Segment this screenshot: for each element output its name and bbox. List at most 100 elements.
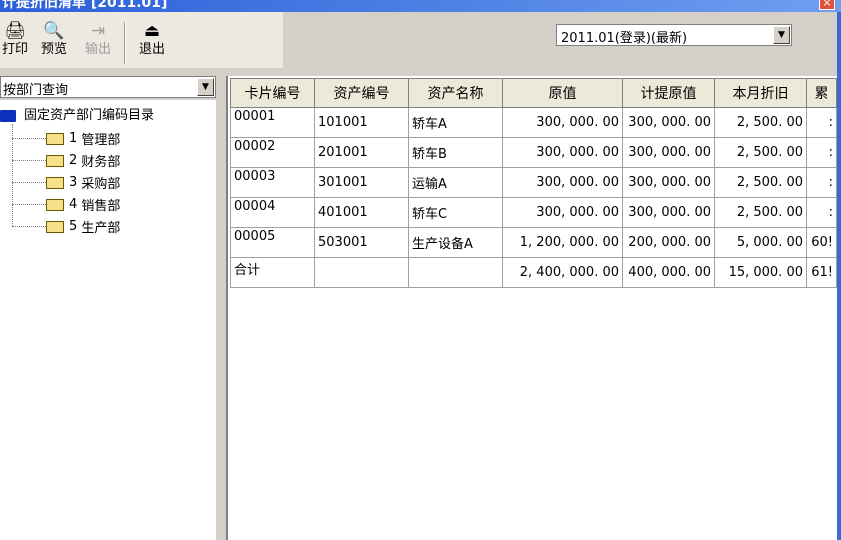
cell-asset-name: 运输A	[408, 167, 503, 198]
cell-original-value: 300, 000. 00	[502, 167, 623, 198]
tree-item-label: 财务部	[81, 155, 121, 170]
cell-asset-name: 轿车C	[408, 197, 503, 228]
preview-icon: 🔍	[43, 21, 65, 41]
column-header-card-no[interactable]: 卡片编号	[230, 78, 315, 108]
cell-total-label: 合计	[230, 257, 315, 288]
tree-item-finance[interactable]: 2 财务部	[12, 151, 120, 171]
tree-item-label: 管理部	[81, 133, 121, 148]
cell-original-value: 300, 000. 00	[502, 137, 623, 168]
tree-item-label: 采购部	[81, 177, 121, 192]
column-header-depreciable-value[interactable]: 计提原值	[622, 78, 715, 108]
cell-accumulated: :	[806, 137, 837, 168]
query-mode-select[interactable]: 按部门查询 ▼	[0, 76, 216, 98]
cell-asset-no: 201001	[314, 137, 409, 168]
toolbar: 🖨 打印 🔍 预览 ⇥ 输出 ⏏ 退出	[0, 12, 283, 68]
cell-monthly-depreciation: 2, 500. 00	[714, 107, 807, 138]
table-total-row[interactable]: 合计 2, 400, 000. 00 400, 000. 00 15, 000.…	[230, 257, 837, 288]
cell-monthly-depreciation: 15, 000. 00	[714, 257, 807, 288]
period-select[interactable]: 2011.01(登录)(最新) ▼	[556, 24, 792, 46]
column-header-asset-name[interactable]: 资产名称	[408, 78, 503, 108]
tree-item-label: 销售部	[81, 199, 121, 214]
cell-depreciable-value: 300, 000. 00	[622, 167, 715, 198]
chevron-down-icon[interactable]: ▼	[197, 78, 214, 96]
cell-accumulated: 61!	[806, 257, 837, 288]
cell-original-value: 300, 000. 00	[502, 197, 623, 228]
tree-item-code: 3	[69, 175, 78, 190]
preview-button-label: 预览	[40, 42, 67, 57]
cell-accumulated: :	[806, 107, 837, 138]
cell-asset-no: 503001	[314, 227, 409, 258]
exit-button-label: 退出	[138, 42, 165, 57]
cell-card-no: 00005	[230, 227, 315, 258]
tree-item-code: 2	[69, 153, 78, 168]
export-button-label: 输出	[84, 42, 111, 57]
table-row[interactable]: 00005 503001 生产设备A 1, 200, 000. 00 200, …	[230, 227, 837, 258]
cell-asset-no: 301001	[314, 167, 409, 198]
cell-accumulated: :	[806, 167, 837, 198]
export-button[interactable]: ⇥ 输出	[80, 20, 116, 66]
close-icon[interactable]: ×	[819, 0, 835, 10]
cell-depreciable-value: 300, 000. 00	[622, 197, 715, 228]
folder-icon	[0, 109, 16, 122]
preview-button[interactable]: 🔍 预览	[36, 20, 72, 66]
exit-button[interactable]: ⏏ 退出	[134, 20, 170, 66]
column-header-accumulated[interactable]: 累	[806, 78, 837, 108]
depreciation-grid: 卡片编号 资产编号 资产名称 原值 计提原值 本月折旧 累 00001 1010…	[226, 76, 837, 540]
tree-item-production[interactable]: 5 生产部	[12, 217, 120, 237]
chevron-down-icon[interactable]: ▼	[773, 26, 790, 44]
cell-original-value: 1, 200, 000. 00	[502, 227, 623, 258]
tree-item-purchasing[interactable]: 3 采购部	[12, 173, 120, 193]
table-row[interactable]: 00002 201001 轿车B 300, 000. 00 300, 000. …	[230, 137, 837, 168]
cell-depreciable-value: 300, 000. 00	[622, 137, 715, 168]
cell-card-no: 00002	[230, 137, 315, 168]
column-header-asset-no[interactable]: 资产编号	[314, 78, 409, 108]
cell-monthly-depreciation: 2, 500. 00	[714, 137, 807, 168]
table-header-row: 卡片编号 资产编号 资产名称 原值 计提原值 本月折旧 累	[230, 78, 837, 108]
column-header-monthly-depreciation[interactable]: 本月折旧	[714, 78, 807, 108]
cell-asset-name: 生产设备A	[408, 227, 503, 258]
export-icon: ⇥	[90, 21, 106, 41]
panel-splitter[interactable]	[216, 76, 226, 540]
cell-asset-name	[408, 257, 503, 288]
cell-asset-name: 轿车B	[408, 137, 503, 168]
tree-item-code: 1	[69, 131, 78, 146]
print-button-label: 打印	[1, 42, 28, 57]
query-mode-value: 按部门查询	[3, 83, 69, 98]
cell-monthly-depreciation: 2, 500. 00	[714, 167, 807, 198]
tree-item-label: 生产部	[81, 221, 121, 236]
window-frame-edge	[837, 12, 841, 540]
tree-root-label: 固定资产部门编码目录	[24, 108, 155, 123]
tree-item-sales[interactable]: 4 销售部	[12, 195, 120, 215]
depreciation-table: 卡片编号 资产编号 资产名称 原值 计提原值 本月折旧 累 00001 1010…	[230, 78, 837, 288]
cell-depreciable-value: 300, 000. 00	[622, 107, 715, 138]
folder-icon	[46, 220, 64, 233]
tree-item-management[interactable]: 1 管理部	[12, 129, 120, 149]
cell-asset-no: 401001	[314, 197, 409, 228]
exit-icon: ⏏	[143, 21, 161, 41]
tree-root[interactable]: 固定资产部门编码目录	[0, 104, 154, 124]
cell-asset-no	[314, 257, 409, 288]
cell-monthly-depreciation: 5, 000. 00	[714, 227, 807, 258]
tree-item-code: 5	[69, 219, 78, 234]
cell-accumulated: 60!	[806, 227, 837, 258]
table-row[interactable]: 00003 301001 运输A 300, 000. 00 300, 000. …	[230, 167, 837, 198]
period-select-value: 2011.01(登录)(最新)	[561, 31, 688, 46]
department-tree: 固定资产部门编码目录 1 管理部 2 财务部 3 采购部 4 销售部 5 生产部	[0, 100, 216, 540]
cell-original-value: 300, 000. 00	[502, 107, 623, 138]
cell-monthly-depreciation: 2, 500. 00	[714, 197, 807, 228]
column-header-original-value[interactable]: 原值	[502, 78, 623, 108]
cell-accumulated: :	[806, 197, 837, 228]
cell-depreciable-value: 200, 000. 00	[622, 227, 715, 258]
cell-original-value: 2, 400, 000. 00	[502, 257, 623, 288]
print-button[interactable]: 🖨 打印	[0, 20, 30, 66]
window-titlebar: 计提折旧清单 [2011.01] ×	[0, 0, 841, 12]
table-row[interactable]: 00001 101001 轿车A 300, 000. 00 300, 000. …	[230, 107, 837, 138]
printer-icon: 🖨	[4, 21, 26, 41]
folder-icon	[46, 132, 64, 145]
cell-card-no: 00001	[230, 107, 315, 138]
folder-icon	[46, 154, 64, 167]
cell-card-no: 00003	[230, 167, 315, 198]
window-title: 计提折旧清单 [2011.01]	[2, 0, 168, 11]
toolbar-separator	[124, 22, 126, 64]
table-row[interactable]: 00004 401001 轿车C 300, 000. 00 300, 000. …	[230, 197, 837, 228]
